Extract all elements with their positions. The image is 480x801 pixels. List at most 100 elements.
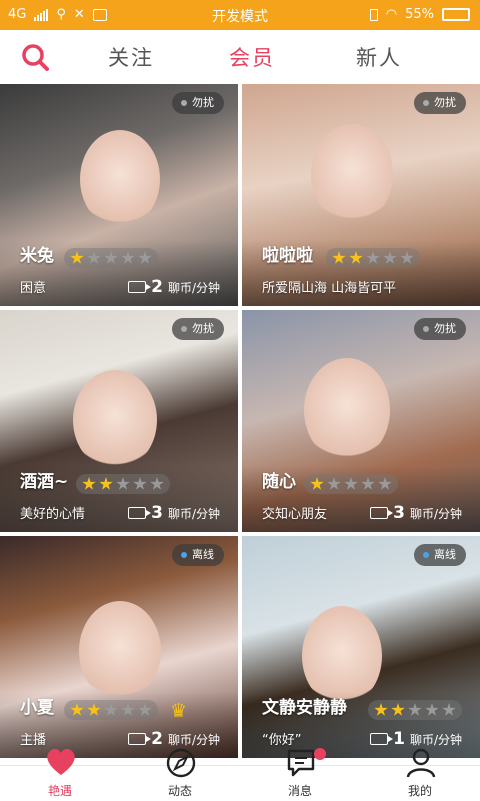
price-value: 2 (151, 729, 163, 749)
star-rating (304, 474, 398, 494)
star-filled-icon (87, 703, 101, 716)
video-camera-icon (128, 507, 152, 519)
heart-icon (47, 748, 75, 775)
person-icon (406, 748, 436, 778)
star-empty-icon (442, 703, 456, 716)
status-badge: 勿扰 (172, 92, 224, 114)
star-empty-icon (425, 703, 439, 716)
battery-percent: 55% (405, 7, 434, 22)
call-price: 3 聊币/分钟 (370, 503, 462, 523)
chat-icon (287, 749, 315, 777)
video-camera-icon (370, 733, 394, 745)
status-badge: 勿扰 (414, 92, 466, 114)
nav-item-messages[interactable]: 消息 (260, 748, 340, 801)
vibrate-icon (369, 8, 378, 21)
profile-name: 文静安静静 (262, 698, 347, 718)
profile-grid: 勿扰 米兔 困意 2 聊币/分钟 勿扰 啦啦啦 所爱隔山海 山海皆可平 勿扰 酒酒~ 美好的心情 3 聊… (0, 84, 480, 765)
star-empty-icon (344, 477, 358, 490)
nav-item-mine[interactable]: 我的 (380, 748, 460, 801)
star-filled-icon (391, 703, 405, 716)
star-filled-icon (349, 251, 363, 264)
status-badge: 勿扰 (172, 318, 224, 340)
status-badge: 离线 (414, 544, 466, 566)
star-empty-icon (408, 703, 422, 716)
star-rating (368, 700, 462, 720)
star-empty-icon (361, 477, 375, 490)
star-filled-icon (374, 703, 388, 716)
star-empty-icon (121, 703, 135, 716)
star-filled-icon (70, 703, 84, 716)
call-price: 2 聊币/分钟 (128, 729, 220, 749)
star-empty-icon (104, 251, 118, 264)
star-empty-icon (383, 251, 397, 264)
price-unit: 聊币/分钟 (167, 506, 220, 521)
video-camera-icon (128, 281, 152, 293)
star-rating (326, 248, 420, 268)
profile-name: 随心 (262, 472, 296, 492)
profile-card[interactable]: 勿扰随心交知心朋友 3 聊币/分钟 (242, 310, 480, 532)
nav-item-encounter[interactable]: 艳遇 (20, 748, 100, 801)
star-filled-icon (332, 251, 346, 264)
star-empty-icon (378, 477, 392, 490)
wifi-icon: ◠ (385, 7, 398, 22)
star-filled-icon (99, 477, 113, 490)
call-price: 3 聊币/分钟 (128, 503, 220, 523)
profile-card[interactable]: 勿扰米兔困意 2 聊币/分钟 (0, 84, 238, 306)
star-empty-icon (87, 251, 101, 264)
star-empty-icon (121, 251, 135, 264)
star-empty-icon (116, 477, 130, 490)
star-empty-icon (150, 477, 164, 490)
tab-follow[interactable]: 关注 (108, 42, 154, 72)
profile-name: 米兔 (20, 246, 54, 266)
star-rating (64, 700, 158, 720)
price-value: 3 (151, 503, 163, 523)
status-badge: 离线 (172, 544, 224, 566)
nav-item-moments[interactable]: 动态 (140, 748, 220, 801)
profile-name: 酒酒~ (20, 472, 69, 492)
profile-signature: 困意 (20, 281, 47, 296)
star-empty-icon (400, 251, 414, 264)
star-empty-icon (104, 703, 118, 716)
star-empty-icon (138, 703, 152, 716)
profile-signature: 主播 (20, 733, 47, 748)
star-empty-icon (133, 477, 147, 490)
price-unit: 聊币/分钟 (409, 506, 462, 521)
top-nav: 关注 会员 新人 (0, 30, 480, 84)
star-filled-icon (82, 477, 96, 490)
profile-name: 小夏 (20, 698, 54, 718)
profile-signature: 所爱隔山海 山海皆可平 (262, 281, 397, 296)
tab-member[interactable]: 会员 (229, 42, 275, 72)
star-empty-icon (138, 251, 152, 264)
price-value: 1 (393, 729, 405, 749)
video-camera-icon (370, 507, 394, 519)
price-unit: 聊币/分钟 (167, 280, 220, 295)
search-icon[interactable] (20, 42, 50, 72)
price-value: 3 (393, 503, 405, 523)
star-empty-icon (366, 251, 380, 264)
price-unit: 聊币/分钟 (167, 732, 220, 747)
tab-newcomer[interactable]: 新人 (356, 42, 402, 72)
compass-icon (166, 748, 196, 778)
unread-badge (314, 748, 326, 760)
star-empty-icon (327, 477, 341, 490)
battery-icon (442, 8, 470, 21)
profile-name: 啦啦啦 (262, 246, 313, 266)
star-filled-icon (70, 251, 84, 264)
profile-signature: 美好的心情 (20, 507, 86, 522)
profile-card[interactable]: 勿扰酒酒~ 美好的心情 3 聊币/分钟 (0, 310, 238, 532)
star-rating (64, 248, 158, 268)
video-camera-icon (128, 733, 152, 745)
profile-signature: 交知心朋友 (262, 507, 328, 522)
status-badge: 勿扰 (414, 318, 466, 340)
profile-card[interactable]: 离线文静安静静 “你好” 1 聊币/分钟 (242, 536, 480, 758)
price-unit: 聊币/分钟 (409, 732, 462, 747)
profile-signature: “你好” (262, 733, 302, 748)
crown-icon: ♛ (170, 700, 188, 722)
star-rating (76, 474, 170, 494)
profile-card[interactable]: 勿扰啦啦啦所爱隔山海 山海皆可平 (242, 84, 480, 306)
call-price: 2 聊币/分钟 (128, 277, 220, 297)
profile-card[interactable]: 离线小夏 ♛ 主播 2 聊币/分钟 (0, 536, 238, 758)
status-bar: 4G ⚲ ✕ 开发模式 ◠ 55% (0, 0, 480, 30)
price-value: 2 (151, 277, 163, 297)
star-filled-icon (310, 477, 324, 490)
